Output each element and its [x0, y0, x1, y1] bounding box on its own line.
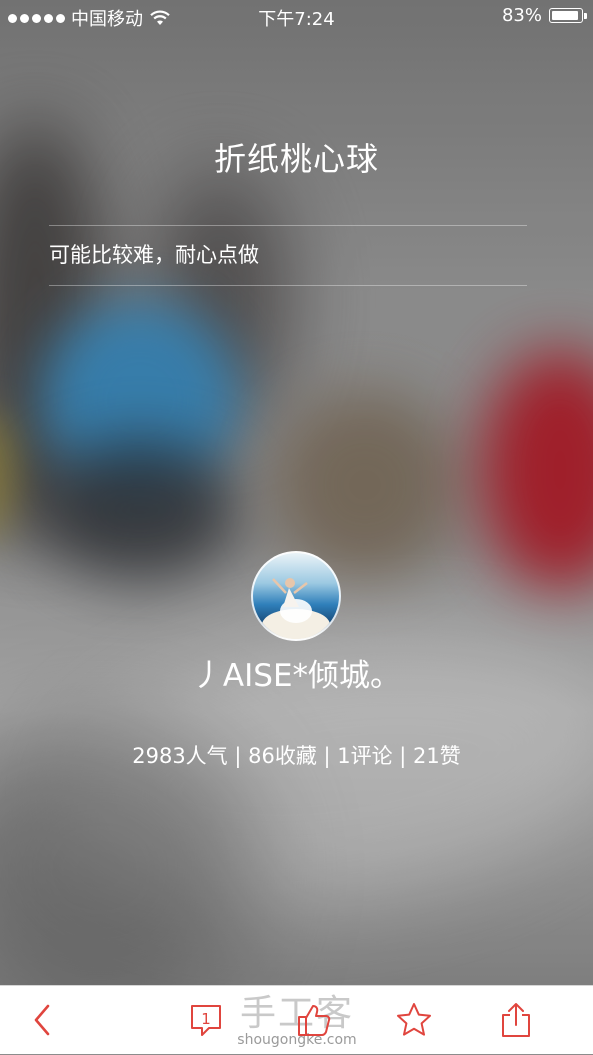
bottom-toolbar: 1 手工客 shougongke.com	[0, 985, 593, 1054]
comment-count: 1	[201, 1010, 211, 1028]
status-bar: 中国移动 下午7:24 83%	[0, 0, 593, 34]
like-button[interactable]	[294, 1000, 334, 1040]
favorite-button[interactable]	[394, 1000, 434, 1040]
share-button[interactable]	[496, 1000, 536, 1040]
project-title: 折纸桃心球	[213, 140, 379, 178]
chevron-left-icon	[34, 1004, 50, 1036]
avatar-image	[262, 578, 330, 639]
project-stats: 2983人气 | 86收藏 | 1评论 | 21赞	[132, 744, 461, 768]
back-button[interactable]	[22, 1000, 62, 1040]
comment-button[interactable]: 1	[186, 1000, 226, 1040]
author-avatar[interactable]	[251, 551, 341, 641]
battery-icon	[549, 8, 587, 23]
star-icon	[397, 1003, 431, 1036]
divider-bottom	[49, 285, 527, 286]
comment-icon: 1	[191, 1005, 221, 1036]
battery-percent: 83%	[501, 5, 542, 26]
divider-top	[49, 225, 527, 226]
thumbs-up-icon	[298, 1005, 331, 1036]
author-name[interactable]: 丿AISE*倾城。	[0, 650, 593, 695]
project-description: 可能比较难，耐心点做	[49, 243, 259, 267]
share-icon	[502, 1003, 530, 1037]
